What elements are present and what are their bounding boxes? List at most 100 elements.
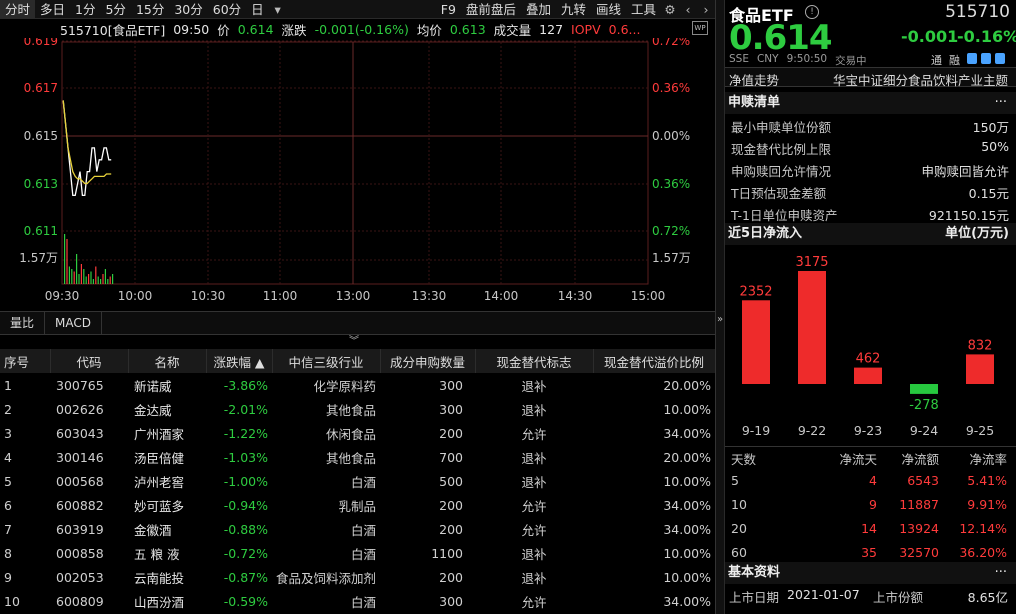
nav-trend-link[interactable]: 净值走势 xyxy=(729,70,779,89)
tab-60min[interactable]: 60分 xyxy=(208,0,246,19)
stats-cell: 6543 xyxy=(907,473,939,488)
draw-line-button[interactable]: 画线 xyxy=(591,0,626,19)
stats-cell: 36.20% xyxy=(959,545,1007,560)
cursor-time: 09:50 xyxy=(173,21,210,37)
header-col-cash-flag[interactable]: 现金替代标志 xyxy=(475,349,594,373)
nine-turn-button[interactable]: 九转 xyxy=(556,0,591,19)
more-icon[interactable]: ··· xyxy=(995,562,1007,584)
f9-button[interactable]: F9 xyxy=(436,0,461,19)
table-row[interactable]: 4 300146 汤臣倍健 -1.03% 其他食品 700 退补 20.00% xyxy=(0,445,715,469)
volume-bar xyxy=(71,269,73,284)
currency: CNY xyxy=(756,53,779,65)
intraday-chart[interactable]: 0.619 0.617 0.615 0.613 0.611 1.57万 0.72% 0.36… xyxy=(0,38,715,310)
iopv-value: 0.6... xyxy=(608,21,641,37)
time-tick: 15:00 xyxy=(631,289,666,303)
time-tick: 14:30 xyxy=(558,289,593,303)
price-tick: 0.617 xyxy=(24,81,58,95)
tab-intraday[interactable]: 分时 xyxy=(0,0,36,19)
header-col-index[interactable]: 序号 xyxy=(0,349,51,373)
table-row[interactable]: 7 603919 金徽酒 -0.88% 白酒 200 允许 34.00% xyxy=(0,517,715,541)
tab-multiday[interactable]: 多日 xyxy=(35,0,70,19)
cell-index: 6 xyxy=(4,497,12,513)
volume-bar xyxy=(64,234,66,284)
table-row[interactable]: 8 000858 五 粮 液 -0.72% 白酒 1100 退补 10.00% xyxy=(0,541,715,565)
cell-change: -1.22% xyxy=(223,425,268,441)
price-tick: 0.611 xyxy=(24,224,58,238)
table-row[interactable]: 6 600882 妙可蓝多 -0.94% 乳制品 200 允许 34.00% xyxy=(0,493,715,517)
time-tick: 09:30 xyxy=(45,289,80,303)
cell-name: 汤臣倍健 xyxy=(134,450,185,466)
favorite-icon[interactable] xyxy=(995,53,1005,64)
chevron-right-icon[interactable]: › xyxy=(697,0,715,19)
table-row[interactable]: 3 603043 广州酒家 -1.22% 休闲食品 200 允许 34.00% xyxy=(0,421,715,445)
volume-bar xyxy=(88,274,90,284)
stats-cell: 32570 xyxy=(899,545,939,560)
volume-bar xyxy=(109,276,111,284)
settings-icon[interactable]: ⚙ xyxy=(661,0,679,19)
bell-icon[interactable] xyxy=(967,53,977,64)
tab-5min[interactable]: 5分 xyxy=(100,0,130,19)
more-icon[interactable]: ··· xyxy=(995,92,1007,114)
cell-premium: 10.00% xyxy=(663,569,711,585)
market-status: SSE CNY 9:50:50 交易中 xyxy=(729,53,867,68)
header-col-code[interactable]: 代码 xyxy=(50,349,129,373)
cell-change: -0.87% xyxy=(223,569,268,585)
table-row[interactable]: 10 600809 山西汾酒 -0.59% 白酒 300 允许 34.00% xyxy=(0,589,715,613)
percent-tick: 0.72% xyxy=(652,38,690,48)
premarket-button[interactable]: 盘前盘后 xyxy=(461,0,521,19)
cell-industry: 白酒 xyxy=(350,474,376,490)
price-lines xyxy=(62,100,112,197)
time-tick: 10:00 xyxy=(118,289,153,303)
cell-premium: 34.00% xyxy=(663,593,711,609)
overlay-button[interactable]: 叠加 xyxy=(521,0,556,19)
info-icon[interactable]: ! xyxy=(805,5,819,19)
tab-macd[interactable]: MACD xyxy=(45,312,102,334)
chevron-left-icon[interactable]: ‹ xyxy=(679,0,697,19)
tong-badge: 通 xyxy=(931,54,942,67)
header-col-industry[interactable]: 中信三级行业 xyxy=(272,349,381,373)
percent-axis-labels: 0.72% 0.36% 0.00% 0.36% 0.72% 1.57万 xyxy=(652,38,691,265)
table-row[interactable]: 5 000568 泸州老窖 -1.00% 白酒 500 退补 10.00% xyxy=(0,469,715,493)
panel-divider[interactable]: » xyxy=(715,0,724,614)
volume-bar xyxy=(85,276,87,284)
table-row[interactable]: 9 002053 云南能投 -0.87% 食品及饲料添加剂 200 退补 10.00% xyxy=(0,565,715,589)
tab-15min[interactable]: 15分 xyxy=(131,0,169,19)
cell-name: 云南能投 xyxy=(134,570,185,586)
time-tick: 13:00 xyxy=(336,289,371,303)
wp-icon[interactable]: WP xyxy=(692,21,708,35)
header-col-premium[interactable]: 现金替代溢价比例 xyxy=(593,349,716,373)
tab-volume-ratio[interactable]: 量比 xyxy=(0,312,46,334)
cell-cash-flag: 退补 xyxy=(521,546,547,562)
volume-bars xyxy=(64,234,114,284)
iopv-label: IOPV xyxy=(571,21,601,37)
cell-industry: 白酒 xyxy=(350,546,376,562)
tracked-index: 华宝中证细分食品饮料产业主题 xyxy=(832,73,1008,88)
more-periods-icon[interactable]: ▾ xyxy=(269,0,287,19)
table-row[interactable]: 1 300765 新诺威 -3.86% 化学原料药 300 退补 20.00% xyxy=(0,373,715,397)
table-row[interactable]: 2 002626 金达威 -2.01% 其他食品 300 退补 10.00% xyxy=(0,397,715,421)
header-col-name[interactable]: 名称 xyxy=(128,349,207,373)
alert-icon[interactable] xyxy=(981,53,991,64)
tab-30min[interactable]: 30分 xyxy=(169,0,207,19)
security-code: 515710 xyxy=(945,2,1010,22)
cell-code: 002053 xyxy=(56,569,104,585)
cell-quantity: 200 xyxy=(439,521,463,537)
expand-icon[interactable]: ︾ xyxy=(346,336,362,348)
cell-change: -1.03% xyxy=(223,449,268,465)
redeem-row: 最小申赎单位份额 150万 xyxy=(731,120,1009,135)
cell-code: 000858 xyxy=(56,545,104,561)
volume-label: 成交量 xyxy=(493,22,532,38)
tools-button[interactable]: 工具 xyxy=(626,0,661,19)
tab-1min[interactable]: 1分 xyxy=(70,0,100,19)
cell-change: -0.88% xyxy=(223,521,268,537)
flow-date-label: 9-25 xyxy=(966,423,994,438)
cell-index: 7 xyxy=(4,521,12,537)
tab-day[interactable]: 日 xyxy=(246,0,269,19)
header-col-change[interactable]: 涨跌幅 ▲ xyxy=(206,349,273,373)
header-col-quantity[interactable]: 成分申购数量 xyxy=(380,349,476,373)
cell-name: 五 粮 液 xyxy=(134,546,180,562)
stats-cell: 10 xyxy=(731,497,747,512)
collapse-panel-icon[interactable]: » xyxy=(717,314,723,325)
cell-cash-flag: 退补 xyxy=(521,474,547,490)
volume-bar xyxy=(68,266,70,284)
